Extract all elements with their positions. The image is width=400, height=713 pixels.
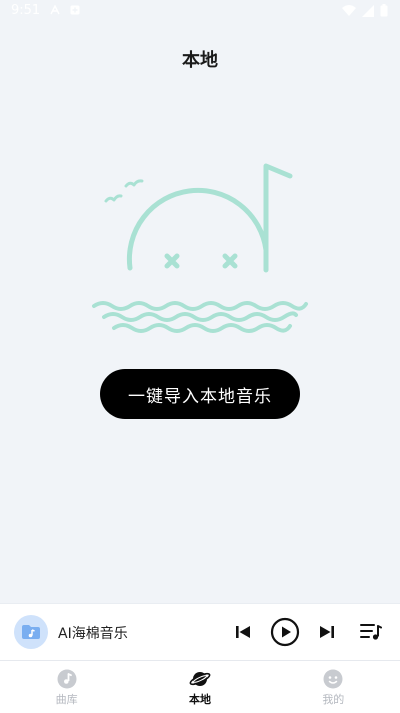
status-bar: 9:51 [0, 0, 400, 24]
next-icon [320, 626, 334, 638]
player-controls [228, 617, 386, 647]
notification-a-icon [50, 5, 60, 15]
player-title: AI海棉音乐 [58, 626, 128, 642]
folder-music-icon [22, 625, 40, 639]
status-right-icons [342, 4, 388, 17]
playlist-icon [360, 624, 382, 640]
signal-icon [362, 4, 374, 17]
status-time: 9:51 [11, 3, 41, 18]
bottom-tab-bar: 曲库 本地 我的 [0, 660, 400, 713]
sad-music-note-in-water-icon [92, 163, 308, 333]
previous-icon [236, 626, 250, 638]
play-button[interactable] [270, 617, 300, 647]
battery-icon [380, 4, 388, 17]
music-disc-icon [57, 669, 77, 689]
tab-local[interactable]: 本地 [133, 661, 266, 713]
playlist-button[interactable] [356, 617, 386, 647]
plus-square-icon [70, 5, 80, 15]
play-icon [270, 617, 300, 647]
tab-mine[interactable]: 我的 [267, 661, 400, 713]
wifi-icon [342, 4, 356, 16]
next-button[interactable] [312, 617, 342, 647]
tab-local-label: 本地 [188, 693, 211, 706]
tab-library-label: 曲库 [55, 693, 78, 706]
player-cover[interactable] [14, 615, 48, 649]
import-local-music-button[interactable]: 一键导入本地音乐 [100, 369, 300, 419]
mini-player[interactable]: AI海棉音乐 [0, 603, 400, 661]
face-icon [323, 669, 343, 689]
planet-icon [189, 672, 211, 686]
tab-library[interactable]: 曲库 [0, 661, 133, 713]
tab-mine-label: 我的 [322, 693, 345, 706]
previous-button[interactable] [228, 617, 258, 647]
page-title: 本地 [182, 50, 218, 71]
status-left-icons [50, 5, 80, 15]
